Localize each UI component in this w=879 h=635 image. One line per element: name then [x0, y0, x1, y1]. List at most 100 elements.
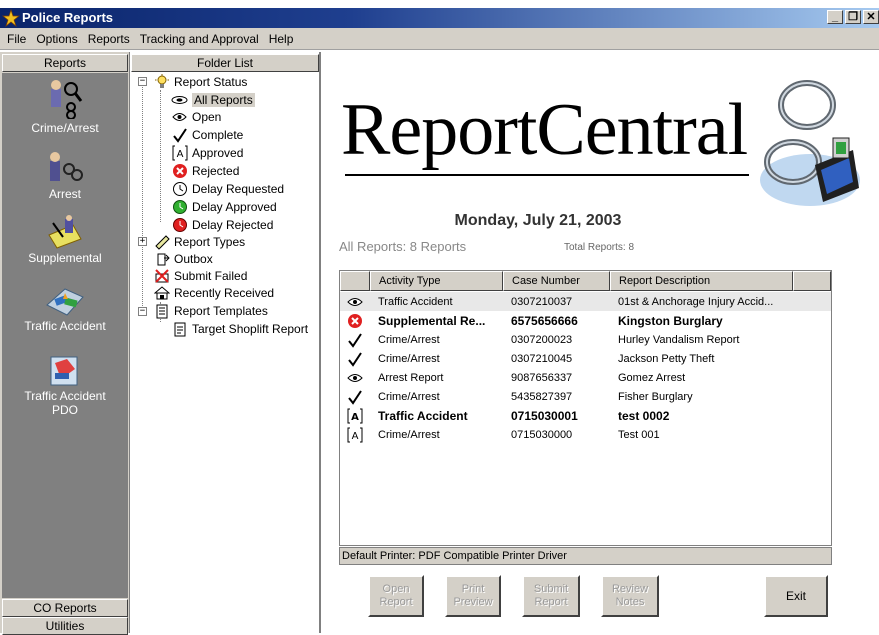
report-types-icon — [153, 234, 170, 250]
tree-report-templates[interactable]: Report Templates — [153, 302, 268, 320]
cell-case-number: 0307210045 — [511, 352, 573, 365]
table-row[interactable]: A Crime/Arrest 0715030000 Test 001 — [340, 425, 831, 444]
table-row[interactable]: Supplemental Re... 6575656666 Kingston Bur… — [340, 311, 831, 330]
menu-tracking-and-approval[interactable]: Tracking and Approval — [135, 32, 264, 46]
tree-recently-received[interactable]: Recently Received — [153, 284, 274, 302]
column-header-report-description[interactable]: Report Description — [610, 271, 793, 291]
svg-text:A: A — [351, 412, 359, 423]
menu-help[interactable]: Help — [264, 32, 299, 46]
total-reports-count: Total Reports: 8 — [564, 242, 635, 253]
review-notes-label-1: Review — [611, 583, 649, 595]
cell-activity-type: Crime/Arrest — [378, 428, 440, 441]
close-button[interactable]: ✕ — [863, 10, 879, 24]
cell-activity-type: Crime/Arrest — [378, 390, 440, 403]
all-reports-count: All Reports: 8 Reports — [339, 239, 467, 254]
cell-report-description: test 0002 — [618, 408, 670, 423]
tree-delay-rejected[interactable]: Delay Rejected — [171, 216, 273, 234]
arrest-shortcut[interactable]: Arrest — [2, 151, 128, 201]
cell-report-description: Fisher Burglary — [618, 390, 693, 403]
report-central-logo: ReportCentral — [341, 89, 748, 171]
tree-rejected[interactable]: Rejected — [171, 162, 239, 180]
supplemental-shortcut[interactable]: Supplemental — [2, 215, 128, 265]
table-row[interactable]: Traffic Accident 0307210037 01st & Anchora… — [340, 292, 831, 311]
open-label: Open — [192, 110, 222, 124]
table-row[interactable]: A Traffic Accident 0715030001 test 0002 — [340, 406, 831, 425]
table-row[interactable]: Crime/Arrest 5435827397 Fisher Burglary — [340, 387, 831, 406]
tree-delay-approved[interactable]: Delay Approved — [171, 198, 277, 216]
traffic-accident-shortcut[interactable]: Traffic Accident — [2, 283, 128, 333]
rejected-icon — [340, 313, 370, 329]
report-types-expand-toggle[interactable]: + — [138, 237, 147, 246]
tree-approved[interactable]: A Approved — [171, 144, 243, 162]
outbox-icon — [153, 251, 170, 267]
supplemental-label: Supplemental — [28, 251, 102, 265]
window-title: Police Reports — [22, 10, 114, 25]
crime-arrest-shortcut[interactable]: Crime/Arrest — [2, 79, 128, 135]
cell-report-description: Test 001 — [618, 428, 660, 441]
cell-report-description: Gomez Arrest — [618, 371, 686, 384]
rejected-icon — [171, 163, 188, 179]
tree-submit-failed[interactable]: Submit Failed — [153, 267, 247, 285]
cell-activity-type: Supplemental Re... — [378, 313, 486, 328]
restore-button[interactable]: ❐ — [845, 10, 861, 24]
cell-activity-type: Traffic Accident — [378, 408, 468, 423]
tree-target-shoplift-report[interactable]: Target Shoplift Report — [171, 320, 308, 338]
open-status-icon — [340, 371, 370, 385]
review-notes-button[interactable]: Review Notes — [601, 575, 659, 617]
tree-report-types[interactable]: Report Types — [153, 233, 245, 251]
main-panel: ReportCentral Monday, July 21, 2003 All … — [323, 52, 879, 633]
svg-text:A: A — [352, 431, 359, 442]
cell-report-description: Hurley Vandalism Report — [618, 333, 740, 346]
clock-icon — [171, 181, 188, 197]
cell-case-number: 6575656666 — [511, 313, 578, 328]
minimize-button[interactable]: _ — [827, 10, 843, 24]
cell-case-number: 0307210037 — [511, 295, 573, 308]
table-row[interactable]: Crime/Arrest 0307210045 Jackson Petty Thef… — [340, 349, 831, 368]
reports-bar-panel: Crime/Arrest Arrest Supplemental Traffic… — [2, 73, 128, 598]
report-templates-collapse-toggle[interactable]: − — [138, 307, 147, 316]
cell-case-number: 0715030000 — [511, 428, 573, 441]
table-row[interactable]: Crime/Arrest 0307200023 Hurley Vandalism R… — [340, 330, 831, 349]
all-reports-icon — [171, 92, 188, 108]
tree-outbox[interactable]: Outbox — [153, 250, 213, 268]
delay-approved-label: Delay Approved — [192, 200, 277, 214]
open-report-button[interactable]: Open Report — [368, 575, 424, 617]
tree-open[interactable]: Open — [171, 108, 221, 126]
cell-case-number: 0307200023 — [511, 333, 573, 346]
outbox-label: Outbox — [174, 252, 213, 266]
icon-column-header[interactable] — [340, 271, 370, 291]
title-bar: Police Reports _ ❐ ✕ — [0, 8, 879, 28]
svg-text:A: A — [176, 149, 183, 160]
submit-report-button[interactable]: Submit Report — [522, 575, 580, 617]
reports-table: Activity Type Case Number Report Descrip… — [339, 270, 832, 546]
cell-case-number: 0715030001 — [511, 408, 578, 423]
table-header: Activity Type Case Number Report Descrip… — [340, 271, 831, 291]
traffic-accident-icon — [46, 288, 84, 316]
reports-bar-header[interactable]: Reports — [2, 54, 128, 72]
column-header-filler — [793, 271, 831, 291]
tree-line — [142, 82, 143, 312]
reports-bar: Reports Crime/Arrest Arrest Supplemental — [0, 52, 130, 635]
exit-button[interactable]: Exit — [764, 575, 828, 617]
menu-options[interactable]: Options — [31, 32, 82, 46]
cell-report-description: 01st & Anchorage Injury Accid... — [618, 295, 774, 308]
arrest-label: Arrest — [48, 187, 81, 201]
open-status-icon — [340, 295, 370, 309]
approved-icon: A — [340, 427, 370, 443]
print-preview-button[interactable]: Print Preview — [445, 575, 501, 617]
house-icon — [153, 285, 170, 301]
column-header-activity-type[interactable]: Activity Type — [370, 271, 503, 291]
table-row[interactable]: Arrest Report 9087656337 Gomez Arrest — [340, 368, 831, 387]
tree-complete[interactable]: Complete — [171, 126, 243, 144]
traffic-accident-pdo-shortcut[interactable]: Traffic Accident PDO — [2, 353, 128, 417]
tree-report-status[interactable]: Report Status — [153, 73, 247, 91]
utilities-tab[interactable]: Utilities — [2, 617, 128, 635]
column-header-case-number[interactable]: Case Number — [503, 271, 610, 291]
menu-file[interactable]: File — [2, 32, 31, 46]
tree-delay-requested[interactable]: Delay Requested — [171, 180, 284, 198]
co-reports-tab[interactable]: CO Reports — [2, 599, 128, 617]
report-status-collapse-toggle[interactable]: − — [138, 77, 147, 86]
cell-report-description: Jackson Petty Theft — [618, 352, 715, 365]
menu-reports[interactable]: Reports — [83, 32, 135, 46]
tree-all-reports[interactable]: All Reports — [171, 91, 255, 109]
